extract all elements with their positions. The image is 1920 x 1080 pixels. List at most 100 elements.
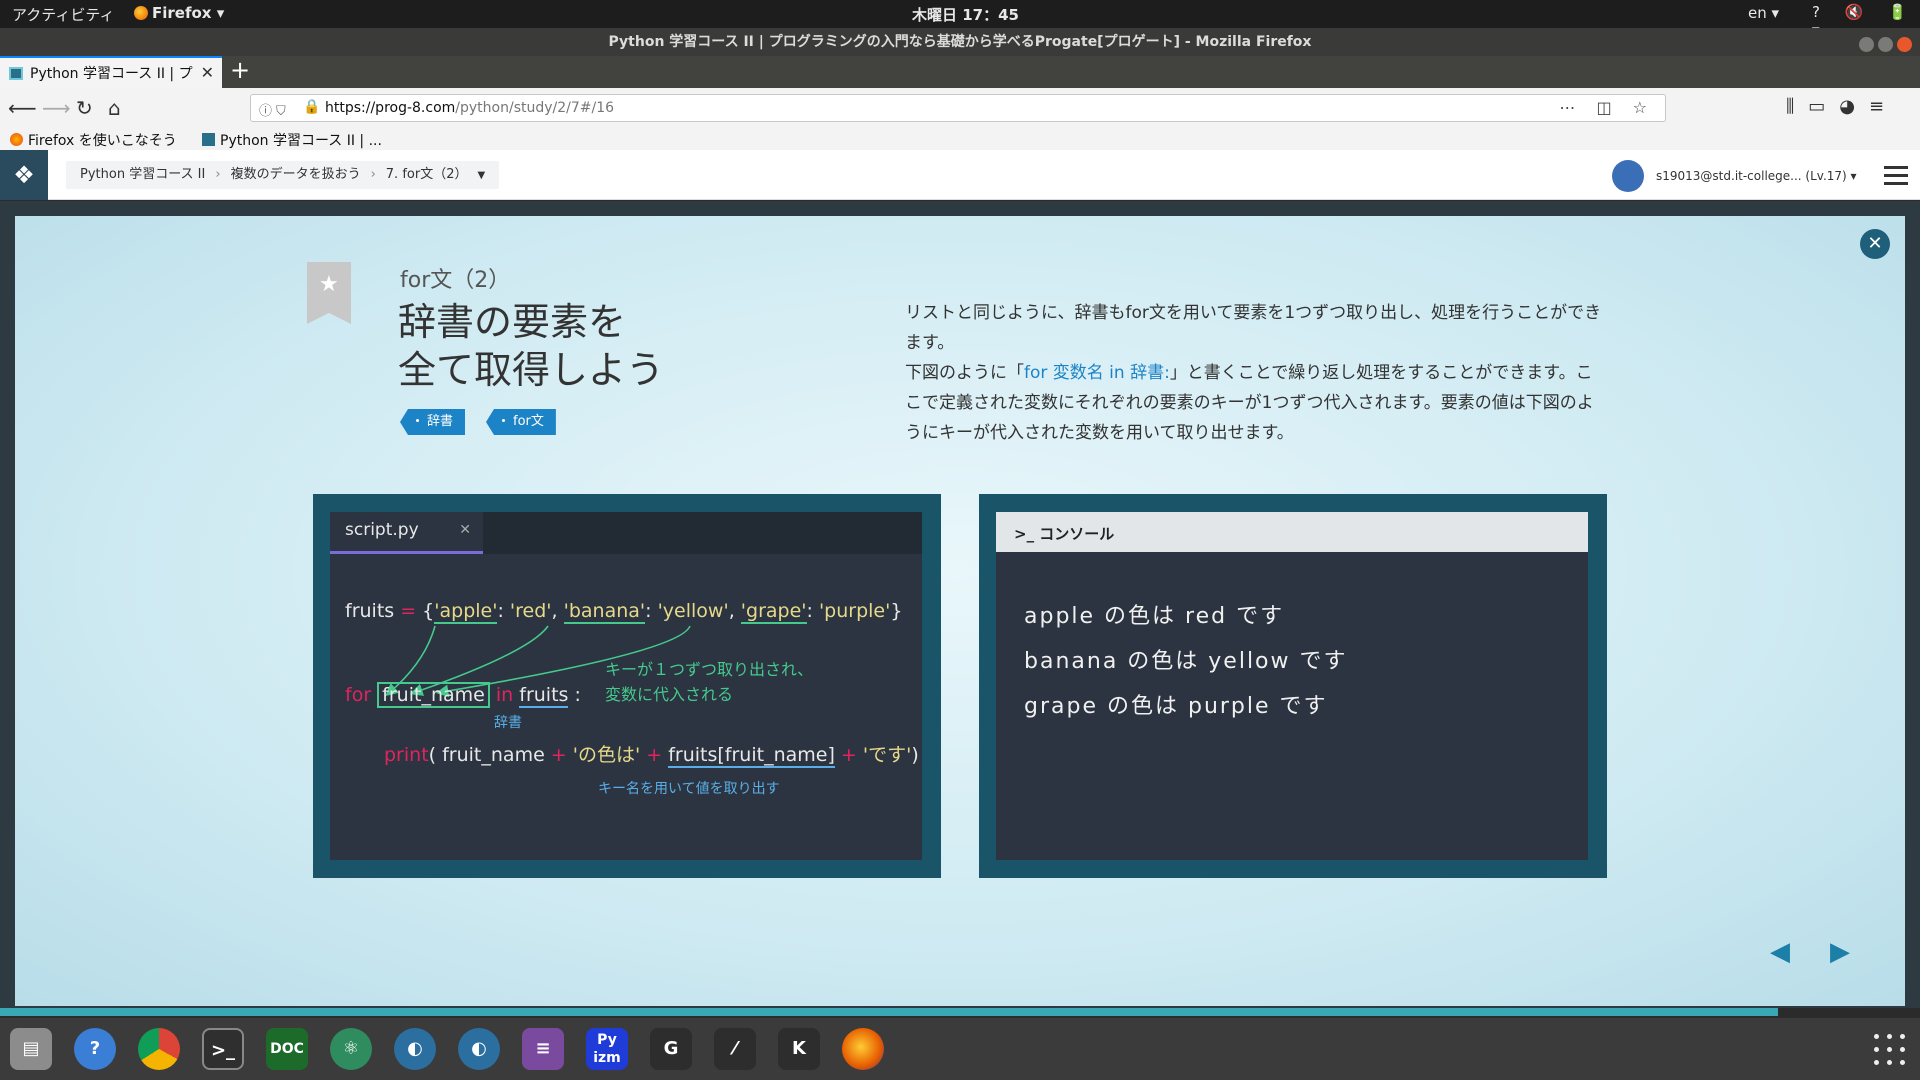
app-icon[interactable]: ⁄ (714, 1028, 756, 1070)
note-line: キーが１つずつ取り出され、 (605, 660, 814, 679)
note-assign: キーが１つずつ取り出され、 変数に代入される (605, 657, 813, 707)
terminal-icon[interactable]: >_ (202, 1028, 244, 1070)
chrome-icon[interactable] (138, 1028, 180, 1070)
chevron-right-icon: › (370, 167, 376, 182)
clock[interactable]: 木曜日 17：45 (912, 4, 1019, 25)
console-panel: >_ コンソール apple の色は red です banana の色は yel… (979, 494, 1607, 878)
bookmarks-toolbar: Firefox を使いこなそう Python 学習コース II | ... (0, 128, 1920, 150)
prev-arrow-icon[interactable]: ◀ (1770, 937, 1790, 967)
browser-tab-active[interactable]: Python 学習コース II | プ ✕ (0, 56, 222, 88)
progate-header: ❖ Python 学習コース II › 複数のデータを扱おう › 7. for文（2） ▼… (0, 150, 1920, 200)
hamburger-icon[interactable] (1884, 166, 1908, 190)
lock-icon: 🔒 (303, 99, 321, 115)
bookmark-item[interactable]: Firefox を使いこなそう (10, 130, 177, 150)
tag-label: 辞書 (427, 414, 454, 429)
user-name: s19013@std.it-college... (Lv.17) ▾ (1656, 169, 1857, 183)
star-icon: ★ (319, 272, 339, 297)
firefox-icon (10, 133, 23, 146)
doc-app-icon[interactable]: DOC (266, 1028, 308, 1070)
console-title: コンソール (1039, 525, 1115, 543)
language-label: en (1748, 4, 1767, 22)
url-bar[interactable]: ⓘ⛉ 🔒 https://prog-8.com/python/study/2/7… (250, 94, 1666, 122)
progate-favicon-icon (9, 67, 23, 80)
console-header: >_ コンソール (996, 512, 1588, 552)
forward-button[interactable]: ⟶ (42, 96, 71, 120)
desc-highlight: for 変数名 in 辞書: (1024, 363, 1170, 383)
minimize-button[interactable] (1859, 37, 1874, 52)
code-line-3: print( fruit_name + 'の色は' + fruits[fruit… (384, 744, 919, 768)
note-dict: 辞書 (494, 715, 522, 731)
files-icon[interactable]: ▤ (10, 1028, 52, 1070)
progate-logo-icon[interactable]: ❖ (0, 150, 48, 200)
console-line: apple の色は red です (1024, 604, 1285, 629)
new-tab-button[interactable]: + (230, 56, 250, 84)
g-app-icon[interactable]: G (650, 1028, 692, 1070)
description-paragraph-2: 下図のように「for 変数名 in 辞書:」と書くことで繰り返し処理をすることが… (905, 358, 1605, 448)
bookmark-item[interactable]: Python 学習コース II | ... (202, 130, 382, 150)
app-icon[interactable]: ◐ (394, 1028, 436, 1070)
window-title: Python 学習コース II | プログラミングの入門なら基礎から学べるPro… (608, 34, 1312, 50)
language-indicator[interactable]: en ▾ (1748, 4, 1779, 22)
slide-progress-bar (0, 1008, 1920, 1018)
home-button[interactable]: ⌂ (108, 96, 121, 120)
window-title-bar: Python 学習コース II | プログラミングの入門なら基礎から学べるPro… (0, 28, 1920, 56)
system-top-bar: アクティビティ Firefox ▾ 木曜日 17：45 en ▾ ? 🔇 🔋▾ (0, 0, 1920, 39)
navigation-bar: ⟵ ⟶ ↻ ⌂ ⓘ⛉ 🔒 https://prog-8.com/python/s… (0, 88, 1920, 128)
next-arrow-icon[interactable]: ▶ (1830, 937, 1850, 967)
url-path: /python/study/2/7#/16 (455, 100, 615, 116)
back-button[interactable]: ⟵ (8, 96, 37, 120)
window-close-button[interactable] (1897, 37, 1912, 52)
tag-label: for文 (513, 414, 544, 429)
description-paragraph-1: リストと同じように、辞書もfor文を用いて要素を1つずつ取り出し、処理を行うこと… (905, 303, 1602, 353)
site-info-icon[interactable]: ⓘ⛉ (259, 100, 290, 119)
breadcrumb-course[interactable]: Python 学習コース II (80, 167, 205, 182)
code-line-2: for fruit_name in fruits : (345, 682, 581, 708)
app-menu-firefox[interactable]: Firefox ▾ (134, 4, 224, 22)
desc-text: 下図のように「 (905, 363, 1024, 383)
url-host: https://prog-8.com (325, 100, 456, 116)
pyizm-icon[interactable]: Py izm (586, 1028, 628, 1070)
note-line: 変数に代入される (605, 685, 734, 704)
page-actions[interactable]: ⋯ ◫ ☆ (1559, 98, 1655, 117)
reload-button[interactable]: ↻ (76, 96, 93, 120)
terminal-icon: >_ (1014, 525, 1040, 543)
atom-icon[interactable]: ⚛ (330, 1028, 372, 1070)
firefox-icon (134, 6, 148, 20)
url-text[interactable]: https://prog-8.com/python/study/2/7#/16 (325, 100, 614, 116)
maximize-button[interactable] (1878, 37, 1893, 52)
tab-close-icon[interactable]: ✕ (201, 63, 214, 82)
lesson-description: リストと同じように、辞書もfor文を用いて要素を1つずつ取り出し、処理を行うこと… (905, 298, 1605, 448)
avatar (1612, 160, 1644, 192)
tag-for: for文 (486, 409, 556, 435)
console-line: grape の色は purple です (1024, 694, 1328, 719)
help-icon[interactable]: ? (74, 1028, 116, 1070)
k-app-icon[interactable]: K (778, 1028, 820, 1070)
chevron-down-icon[interactable]: ▼ (477, 170, 485, 181)
toolbar-right-icons[interactable]: ⫼▭◕≡ (1786, 96, 1898, 117)
console-line: banana の色は yellow です (1024, 649, 1348, 674)
firefox-icon[interactable] (842, 1028, 884, 1070)
bookmark-label: Python 学習コース II | ... (220, 133, 382, 149)
bookmark-label: Firefox を使いこなそう (28, 133, 177, 149)
page-title: 辞書の要素を 全て取得しよう (398, 298, 664, 394)
text-editor-icon[interactable]: ≡ (522, 1028, 564, 1070)
progate-favicon-icon (202, 133, 215, 146)
app-icon[interactable]: ◐ (458, 1028, 500, 1070)
tab-title: Python 学習コース II | プ (30, 66, 193, 82)
tab-strip: Python 学習コース II | プ ✕ + (0, 56, 1920, 88)
title-line-1: 辞書の要素を (398, 300, 627, 344)
app-grid-icon[interactable] (1874, 1034, 1906, 1066)
breadcrumb-chapter[interactable]: 複数のデータを扱おう (231, 167, 361, 182)
tag-dict: 辞書 (400, 409, 466, 435)
activities-button[interactable]: アクティビティ (12, 4, 114, 25)
dock: ▤ ? >_ DOC ⚛ ◐ ◐ ≡ Py izm G ⁄ K (0, 1018, 1920, 1080)
breadcrumb[interactable]: Python 学習コース II › 複数のデータを扱おう › 7. for文（2） ▼ (66, 161, 500, 189)
progress-fill (0, 1008, 1778, 1016)
breadcrumb-lesson[interactable]: 7. for文（2） (386, 167, 468, 182)
chevron-right-icon: › (215, 167, 221, 182)
code-editor: script.py ✕ fruits = {'apple': 'red', 'ba… (330, 512, 922, 860)
editor-panel: script.py ✕ fruits = {'apple': 'red', 'ba… (313, 494, 941, 878)
app-menu-label: Firefox (152, 4, 212, 22)
close-icon[interactable]: ✕ (1860, 229, 1890, 259)
console: >_ コンソール apple の色は red です banana の色は yel… (996, 512, 1588, 860)
